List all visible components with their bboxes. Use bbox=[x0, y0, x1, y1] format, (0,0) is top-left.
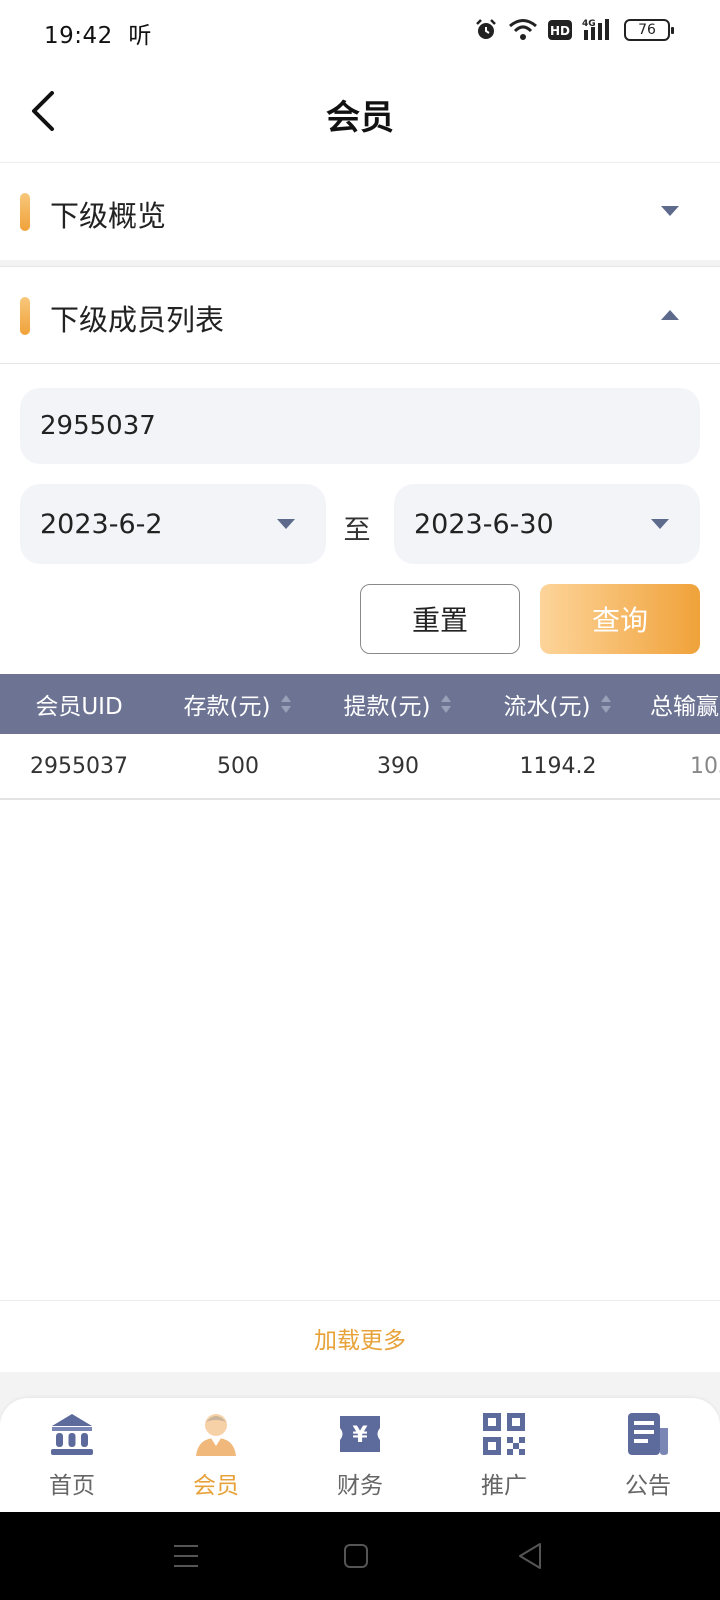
member-icon bbox=[196, 1414, 236, 1456]
tab-promotion[interactable]: 推广 bbox=[432, 1410, 576, 1510]
tab-label: 财务 bbox=[337, 1473, 383, 1499]
recent-apps-button[interactable] bbox=[170, 1540, 202, 1572]
section-title-overview: 下级概览 bbox=[50, 199, 167, 233]
listen-indicator: 听 bbox=[128, 23, 152, 49]
column-header-deposit[interactable]: 存款(元) bbox=[158, 674, 318, 734]
triangle-back-icon bbox=[519, 1543, 541, 1569]
section-title-member-list: 下级成员列表 bbox=[50, 303, 225, 337]
end-date-value: 2023-6-30 bbox=[414, 508, 554, 540]
cell-deposit: 500 bbox=[217, 753, 259, 779]
load-more-button[interactable]: 加载更多 bbox=[0, 1321, 720, 1355]
cell-uid: 2955037 bbox=[30, 753, 128, 779]
sort-icon[interactable] bbox=[600, 693, 612, 715]
column-header-total-win-loss[interactable]: 总输赢 bbox=[650, 674, 720, 734]
column-header-turnover[interactable]: 流水(元) bbox=[478, 674, 638, 734]
tab-finance[interactable]: ¥ 财务 bbox=[288, 1410, 432, 1510]
end-date-picker[interactable]: 2023-6-30 bbox=[394, 484, 700, 564]
tab-label: 推广 bbox=[481, 1473, 527, 1499]
bank-icon bbox=[51, 1414, 93, 1455]
system-navigation-bar bbox=[0, 1512, 720, 1600]
section-member-list[interactable]: 下级成员列表 bbox=[0, 266, 720, 364]
load-more-container: 加载更多 bbox=[0, 1300, 720, 1372]
finance-ticket-icon: ¥ bbox=[340, 1416, 380, 1452]
battery-indicator: 76 bbox=[624, 19, 674, 41]
cell-total-win-loss: 103 bbox=[690, 753, 720, 779]
uid-search-input[interactable]: 2955037 bbox=[20, 388, 700, 464]
sort-icon[interactable] bbox=[280, 693, 292, 715]
section-overview[interactable]: 下级概览 bbox=[0, 162, 720, 260]
signal-4g-icon: 4G bbox=[582, 19, 609, 40]
start-date-value: 2023-6-2 bbox=[40, 508, 163, 540]
cell-turnover: 1194.2 bbox=[519, 753, 597, 779]
tab-notice[interactable]: 公告 bbox=[576, 1410, 720, 1510]
reset-button[interactable]: 重置 bbox=[360, 584, 520, 654]
cell-withdraw: 390 bbox=[377, 753, 419, 779]
sort-icon[interactable] bbox=[440, 693, 452, 715]
query-button[interactable]: 查询 bbox=[540, 584, 700, 654]
menu-icon bbox=[174, 1545, 198, 1567]
tab-home[interactable]: 首页 bbox=[0, 1410, 144, 1510]
tab-label: 会员 bbox=[193, 1473, 239, 1499]
column-header-uid: 会员UID bbox=[35, 694, 123, 720]
caret-down-icon bbox=[277, 519, 295, 529]
qr-code-icon bbox=[483, 1413, 525, 1455]
tab-label: 公告 bbox=[625, 1473, 671, 1499]
tab-member[interactable]: 会员 bbox=[144, 1410, 288, 1510]
page-title: 会员 bbox=[326, 98, 394, 138]
status-icons: HD 4G 76 bbox=[474, 18, 674, 42]
caret-down-icon bbox=[651, 519, 669, 529]
date-range-separator: 至 bbox=[343, 515, 371, 546]
start-date-picker[interactable]: 2023-6-2 bbox=[20, 484, 326, 564]
nav-bar: 会员 bbox=[0, 64, 720, 160]
status-time: 19:42 听 bbox=[44, 23, 152, 49]
section-accent-bar bbox=[20, 193, 30, 231]
svg-text:HD: HD bbox=[550, 24, 570, 38]
table-header: 会员UID 存款(元) 提款(元) 流水(元) 总输赢 bbox=[0, 674, 720, 734]
alarm-icon bbox=[476, 19, 496, 39]
collapse-toggle[interactable] bbox=[658, 305, 682, 325]
home-button[interactable] bbox=[340, 1540, 372, 1572]
status-bar: 19:42 听 HD 4G 76 bbox=[0, 0, 720, 64]
back-nav-button[interactable] bbox=[514, 1540, 546, 1572]
section-accent-bar bbox=[20, 297, 30, 335]
expand-toggle[interactable] bbox=[658, 201, 682, 221]
notice-icon bbox=[628, 1413, 668, 1455]
wifi-icon bbox=[509, 19, 537, 40]
caret-down-icon bbox=[661, 206, 679, 216]
caret-up-icon bbox=[661, 310, 679, 320]
tab-label: 首页 bbox=[49, 1473, 95, 1499]
hd-icon: HD bbox=[548, 20, 572, 40]
svg-text:¥: ¥ bbox=[352, 1423, 368, 1448]
table-row[interactable]: 2955037 500 390 1194.2 103 bbox=[0, 734, 720, 800]
bottom-tab-bar: 首页 会员 ¥ 财务 推广 公告 bbox=[0, 1398, 720, 1512]
column-header-withdraw[interactable]: 提款(元) bbox=[318, 674, 478, 734]
square-icon bbox=[344, 1544, 368, 1568]
